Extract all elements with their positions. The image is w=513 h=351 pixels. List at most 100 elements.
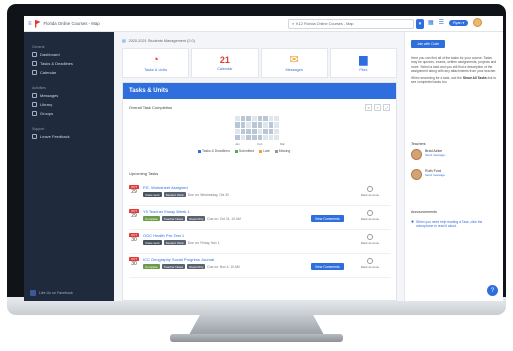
facebook-link[interactable]: Like Us on Facebook [30, 290, 73, 296]
view-comments-button[interactable]: View Comments [311, 215, 344, 222]
completion-heatmap [235, 116, 279, 140]
task-tags: Complete Teacher Notes Read Only Due on:… [143, 216, 241, 221]
folder-icon: ▆ [359, 53, 368, 66]
heatmap-cell [235, 134, 240, 140]
task-day: 29 [131, 213, 137, 219]
task-tag: Student Work [163, 192, 186, 197]
heatmap-cell [235, 128, 240, 134]
task-due-date: Due on: Nov 4, 10 AM [207, 264, 240, 269]
shortcut-calendar[interactable]: 21 Calendar [191, 48, 259, 78]
shortcut-label: Tasks & Units [144, 67, 168, 72]
search-input[interactable]: ⌕ K12 Florida Online Courses - Map [288, 19, 414, 29]
send-message-link[interactable]: Send message [425, 153, 445, 157]
avatar[interactable] [473, 18, 483, 27]
heatmap-months: Jan Feb Mar [235, 142, 285, 146]
task-due-date: Due on: Wednesday, Oct 30 [187, 192, 229, 197]
mark-done-button[interactable]: Mark as done [355, 210, 385, 221]
sidebar-item-dashboard[interactable]: Dashboard [24, 50, 114, 59]
shortcut-messages[interactable]: ✉ Messages [260, 48, 328, 78]
teacher-card[interactable]: Brad Azike Send message [411, 149, 445, 160]
sidebar-item-label: Tasks & Deadlines [40, 61, 73, 66]
heatmap-cell [246, 122, 251, 128]
heatmap-legend: Tasks & Deadlines Submitted Late Missing [198, 149, 290, 153]
task-date-badge: OCT 29 [129, 185, 139, 195]
sidebar-item-groups[interactable]: Groups [24, 109, 114, 118]
task-title[interactable]: ICC Geography Social Progress Journal [143, 257, 214, 262]
task-title[interactable]: OOC Health Pre-Test 1 [143, 233, 184, 238]
mark-done-button[interactable]: Mark as done [355, 234, 385, 245]
menu-icon[interactable]: ≡ [28, 21, 32, 27]
heatmap-cell [257, 116, 263, 122]
task-title[interactable]: Y9 Teacher Essay Week 1 [143, 209, 190, 214]
announcement-text: When you need help reading a Task, click… [416, 220, 483, 229]
task-title[interactable]: P.E. Worksheet Assigned [143, 185, 188, 190]
legend-swatch [274, 149, 278, 153]
task-row[interactable]: OCT 29 P.E. Worksheet Assigned Class work… [129, 183, 391, 206]
task-tag: Class work [143, 240, 162, 245]
check-icon [367, 186, 373, 192]
sidebar-item-messages[interactable]: Messages [24, 91, 114, 100]
legend-label: Late [263, 149, 270, 153]
brand[interactable]: ≡ Florida Online Courses - Map [24, 19, 114, 28]
join-code-button[interactable]: Join with Code [411, 40, 445, 48]
sidebar-item-calendar[interactable]: Calendar [24, 68, 114, 77]
task-row[interactable]: OCT 30 OOC Health Pre-Test 1 Class work S… [129, 231, 391, 254]
announcement[interactable]: ● When you need help reading a Task, cli… [411, 220, 499, 229]
sidebar-item-tasks[interactable]: Tasks & Deadlines [24, 59, 114, 68]
sidebar-item-library[interactable]: Library [24, 100, 114, 109]
facebook-icon [30, 290, 36, 296]
shortcut-label: Calendar [217, 66, 233, 71]
heatmap-cell [251, 122, 257, 128]
shortcut-files[interactable]: ▆ Files [329, 48, 397, 78]
task-row[interactable]: OCT 30 ICC Geography Social Progress Jour… [129, 255, 391, 278]
heatmap-cell [268, 128, 274, 134]
check-icon [367, 234, 373, 240]
legend-item: Submitted [234, 149, 254, 153]
view-comments-button[interactable]: View Comments [311, 263, 344, 270]
sidebar-item-label: Leave Feedback [40, 134, 70, 139]
brand-name: Florida Online Courses - Map [43, 21, 100, 26]
task-day: 29 [131, 189, 137, 195]
facebook-label: Like Us on Facebook [39, 291, 73, 295]
sidebar-heading-activities: Activities [32, 86, 46, 90]
task-date-badge: OCT 29 [129, 209, 139, 219]
tasks-intro: Here you can find all of the tasks for y… [411, 56, 499, 85]
overall-label: Overall Task Completion [129, 105, 173, 110]
mark-done-button[interactable]: Mark as done [355, 186, 385, 197]
bell-icon[interactable]: ☰ [439, 19, 444, 26]
legend-label: Missing [278, 149, 291, 153]
tip-text: When searching for a task, use the Show … [411, 76, 499, 85]
task-tag: Complete [143, 264, 160, 269]
mark-done-label: Mark as done [360, 241, 380, 245]
heatmap-cell [240, 134, 246, 140]
teacher-card[interactable]: Ruth Ford Send message [411, 169, 445, 180]
home-icon[interactable]: ▤ [122, 38, 126, 43]
shortcut-tasks[interactable]: ◔ Tasks & Units [122, 48, 190, 78]
sidebar-item-feedback[interactable]: Leave Feedback [24, 132, 114, 141]
send-message-link[interactable]: Send message [425, 173, 445, 177]
task-date-badge: OCT 30 [129, 257, 139, 267]
user-label: Ryan [453, 20, 462, 25]
list-view-icon[interactable]: ≡ [365, 104, 372, 111]
legend-swatch [198, 149, 201, 153]
heatmap-cell [263, 116, 268, 122]
main-content: ▤ 2020-2021 Students Management (2.0) ◔ … [114, 32, 404, 301]
search-button[interactable]: ▾ [416, 19, 424, 29]
legend-label: Tasks & Deadlines [202, 149, 230, 153]
grid-icon[interactable]: ▦ [428, 19, 434, 26]
mark-done-button[interactable]: Mark as done [355, 258, 385, 269]
filter-icon[interactable]: ▿ [374, 104, 381, 111]
shortcut-label: Messages [285, 67, 303, 72]
month-label: Mar [279, 142, 285, 146]
heatmap-cell [235, 122, 240, 128]
user-button[interactable]: Ryan ▾ [449, 19, 469, 26]
heatmap-cell [274, 134, 279, 140]
heatmap-cell [263, 122, 268, 128]
task-row[interactable]: OCT 29 Y9 Teacher Essay Week 1 Complete T… [129, 207, 391, 230]
calendar-icon: 21 [219, 54, 230, 65]
heatmap-cell [268, 122, 274, 128]
heatmap-cell [240, 128, 246, 134]
heatmap-cell [251, 134, 257, 140]
expand-icon[interactable]: ⤢ [383, 104, 390, 111]
help-button[interactable]: ? [487, 285, 498, 296]
